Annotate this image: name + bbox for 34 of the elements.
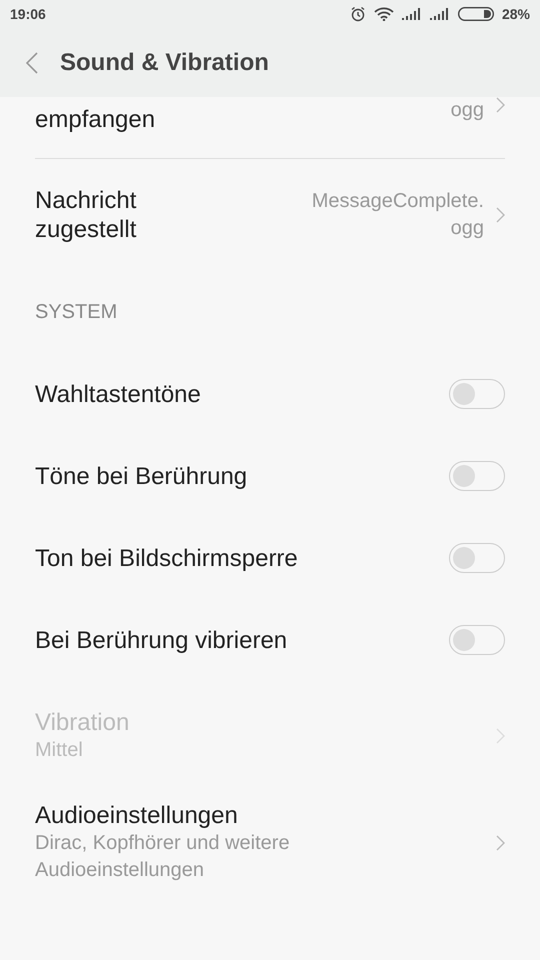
chevron-icon: [496, 834, 505, 850]
chevron-icon: [496, 728, 505, 744]
signal-icon: [430, 8, 450, 20]
setting-row[interactable]: Audioeinstellungen Dirac, Kopfhörer und weitere Audioeinstellungen: [35, 791, 505, 894]
screen-title: Sound & Vibration: [60, 48, 269, 76]
toggle-switch[interactable]: [449, 461, 505, 491]
setting-row[interactable]: Nachricht zugestellt MessageComplete. ogg: [35, 159, 505, 271]
clock-time: 19:06: [10, 6, 46, 22]
setting-value: ogg: [450, 216, 484, 241]
setting-label: Audioeinstellungen: [35, 801, 239, 830]
setting-label: Wahltastentöne: [35, 380, 202, 408]
toggle-switch[interactable]: [449, 625, 505, 655]
setting-description: Dirac, Kopfhörer und weitere Audioeinstellungen: [35, 831, 291, 883]
wifi-icon: [374, 7, 394, 21]
setting-label: Vibration: [35, 708, 130, 737]
toggle-switch[interactable]: [449, 543, 505, 573]
battery-icon: [458, 7, 494, 21]
setting-label: Töne bei Berührung: [35, 462, 248, 490]
setting-label: Bei Berührung vibrieren: [35, 626, 288, 654]
setting-label: Nachricht zugestellt: [35, 186, 138, 244]
setting-label: empfangen: [35, 105, 156, 134]
setting-description: Mittel: [35, 738, 84, 763]
setting-label: Ton bei Bildschirmsperre: [35, 544, 299, 572]
section-header: SYSTEM: [35, 300, 118, 324]
signal-icon: [402, 8, 422, 20]
toggle-switch[interactable]: [449, 379, 505, 409]
back-button[interactable]: [26, 52, 38, 74]
chevron-icon: [496, 207, 505, 223]
setting-value: ogg: [450, 98, 484, 123]
setting-value: MessageComplete.: [312, 189, 484, 214]
chevron-icon: [496, 97, 505, 113]
setting-row[interactable]: empfangen ogg: [35, 97, 505, 159]
alarm-icon: [350, 6, 366, 22]
battery-percentage: 28%: [502, 6, 530, 22]
